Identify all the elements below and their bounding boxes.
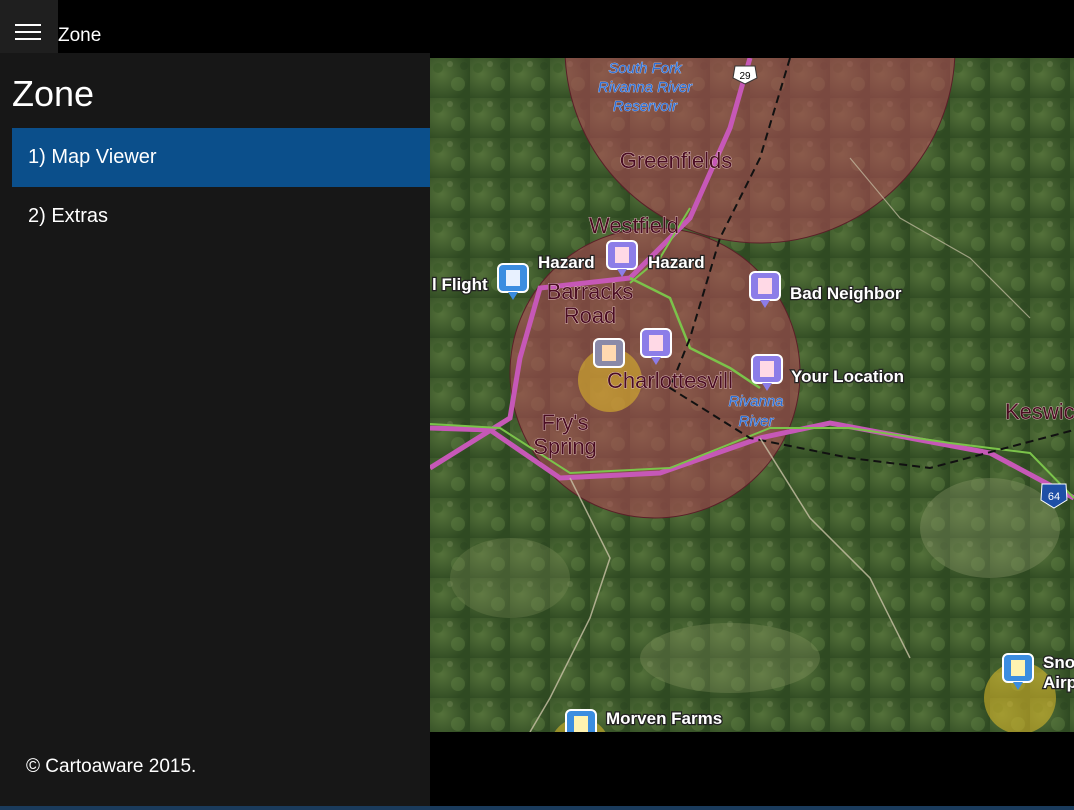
- marker-downtown-1[interactable]: [593, 338, 625, 368]
- nav-item-extras[interactable]: 2) Extras: [12, 187, 430, 246]
- water-label-river-1: Rivanna: [728, 393, 783, 410]
- nav-item-map-viewer[interactable]: 1) Map Viewer: [12, 128, 430, 187]
- place-label-greenfields: Greenfields: [620, 148, 733, 173]
- marker-label-hazard-1: Hazard: [538, 253, 595, 272]
- document-icon: [649, 335, 663, 351]
- water-label-reservoir-1: South Fork: [608, 60, 683, 77]
- place-label-barracks-road-2: Road: [564, 303, 617, 328]
- place-label-keswick: Keswic: [1005, 399, 1074, 424]
- field-patch: [450, 538, 570, 618]
- place-label-frys-spring-1: Fry's: [542, 410, 589, 435]
- marker-label-snow-airport-1: Sno: [1043, 653, 1074, 672]
- place-label-barracks-road-1: Barracks: [547, 279, 634, 304]
- window-bottom-accent: [0, 806, 1074, 810]
- field-patch: [640, 623, 820, 693]
- marker-morven-farms[interactable]: [565, 709, 597, 732]
- water-label-reservoir-3: Reservoir: [613, 98, 678, 115]
- marker-label-hazard-2: Hazard: [648, 253, 705, 272]
- marker-label-snow-airport-2: Airp: [1043, 673, 1074, 692]
- nav-pane-title: Zone: [12, 73, 95, 114]
- place-label-charlottesville: Charlottesvill: [607, 368, 733, 393]
- document-icon: [760, 361, 774, 377]
- hamburger-icon-line: [15, 31, 41, 33]
- document-icon: [506, 270, 520, 286]
- marker-label-morven-farms: Morven Farms: [606, 709, 722, 728]
- title-bar: Zone: [0, 0, 1074, 58]
- hamburger-icon-line: [15, 38, 41, 40]
- i64-shield-label: 64: [1048, 491, 1060, 503]
- copyright-text: © Cartoaware 2015.: [26, 756, 197, 777]
- marker-label-bad-neighbor: Bad Neighbor: [790, 284, 902, 303]
- map-view[interactable]: 29 64 South Fork Rivanna River Reservoir…: [430, 58, 1074, 732]
- app-title: Zone: [58, 25, 102, 46]
- document-icon: [615, 247, 629, 263]
- water-label-river-2: River: [738, 413, 774, 430]
- document-icon: [758, 278, 772, 294]
- nav-item-label: 1) Map Viewer: [28, 146, 157, 168]
- marker-label-your-location: Your Location: [791, 367, 904, 386]
- map-bottom-bar: [430, 732, 1074, 810]
- hamburger-icon: [15, 24, 41, 26]
- hamburger-menu-button[interactable]: [0, 0, 58, 58]
- us29-shield-label: 29: [739, 71, 751, 82]
- place-label-westfield: Westfield: [589, 213, 679, 238]
- document-icon: [602, 345, 616, 361]
- nav-item-label: 2) Extras: [28, 205, 109, 227]
- field-patch: [920, 478, 1060, 578]
- map-canvas[interactable]: 29 64 South Fork Rivanna River Reservoir…: [430, 58, 1074, 732]
- place-label-frys-spring-2: Spring: [533, 434, 597, 459]
- water-label-reservoir-2: Rivanna River: [598, 79, 693, 96]
- marker-label-flight: l Flight: [432, 275, 488, 294]
- document-icon: [1011, 660, 1025, 676]
- navigation-pane: Zone 1) Map Viewer 2) Extras © Cartoawar…: [0, 53, 430, 806]
- document-icon: [574, 716, 588, 732]
